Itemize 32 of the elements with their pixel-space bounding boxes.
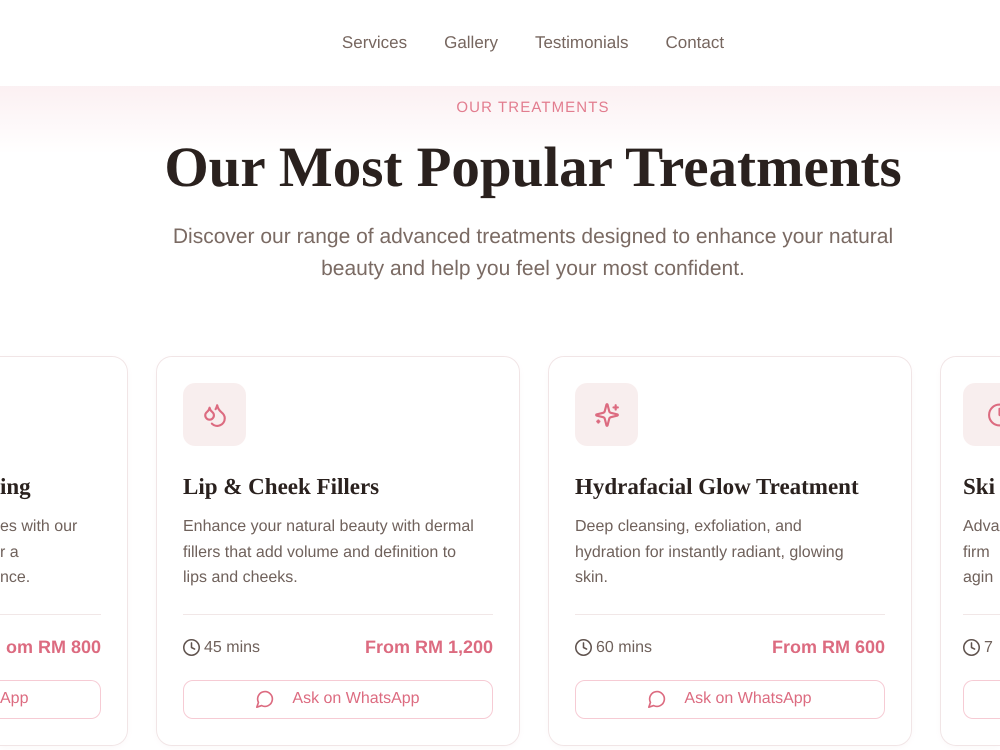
duration-text: 60 mins — [596, 638, 652, 658]
duration-text: 7 — [984, 638, 993, 658]
clock-icon — [963, 639, 980, 656]
nav-link[interactable]: Contact — [666, 30, 724, 56]
treatment-title: Ski — [963, 473, 996, 501]
section-eyebrow: OUR TREATMENTS — [455, 98, 611, 118]
ask-whatsapp-button[interactable] — [963, 680, 1000, 718]
treatment-description: Adva firm agin — [963, 517, 1000, 588]
sparkles-icon — [575, 383, 638, 446]
ask-whatsapp-button[interactable]: Ask on WhatsApp — [575, 680, 885, 718]
clock-icon — [575, 639, 592, 656]
section-description: Discover our range of advanced treatments designed to enhance your natural beauty and help you feel your most confident. — [172, 224, 894, 282]
ask-whatsapp-button[interactable]: Ask on WhatsApp — [183, 680, 493, 718]
treatment-title: ing — [0, 473, 32, 502]
chat-bubble-icon — [256, 690, 274, 708]
treatment-description: es with our r a nce. — [0, 517, 78, 588]
treatment-title: Hydrafacial Glow Treatment — [575, 473, 860, 501]
chat-bubble-icon — [648, 690, 666, 708]
section-title: Our Most Popular Treatments — [163, 135, 903, 201]
price-text: From RM 1,200 — [364, 636, 493, 659]
nav-link[interactable]: Gallery — [444, 30, 498, 56]
price-text: om RM 800 — [6, 636, 101, 659]
droplets-icon — [183, 383, 246, 446]
ask-whatsapp-button[interactable]: App — [0, 680, 101, 718]
duration-text: 45 mins — [204, 638, 260, 658]
clock-icon — [183, 639, 200, 656]
treatment-description: Enhance your natural beauty with dermal fillers that add volume and definition to lips and cheeks. — [183, 517, 475, 588]
nav-link[interactable]: Services — [342, 30, 408, 56]
treatment-title: Lip & Cheek Fillers — [183, 473, 380, 501]
treatment-description: Deep cleansing, exfoliation, and hydration for instantly radiant, glowing skin. — [575, 517, 845, 588]
price-text: From RM 600 — [772, 636, 885, 659]
nav-link[interactable]: Testimonials — [534, 30, 628, 56]
